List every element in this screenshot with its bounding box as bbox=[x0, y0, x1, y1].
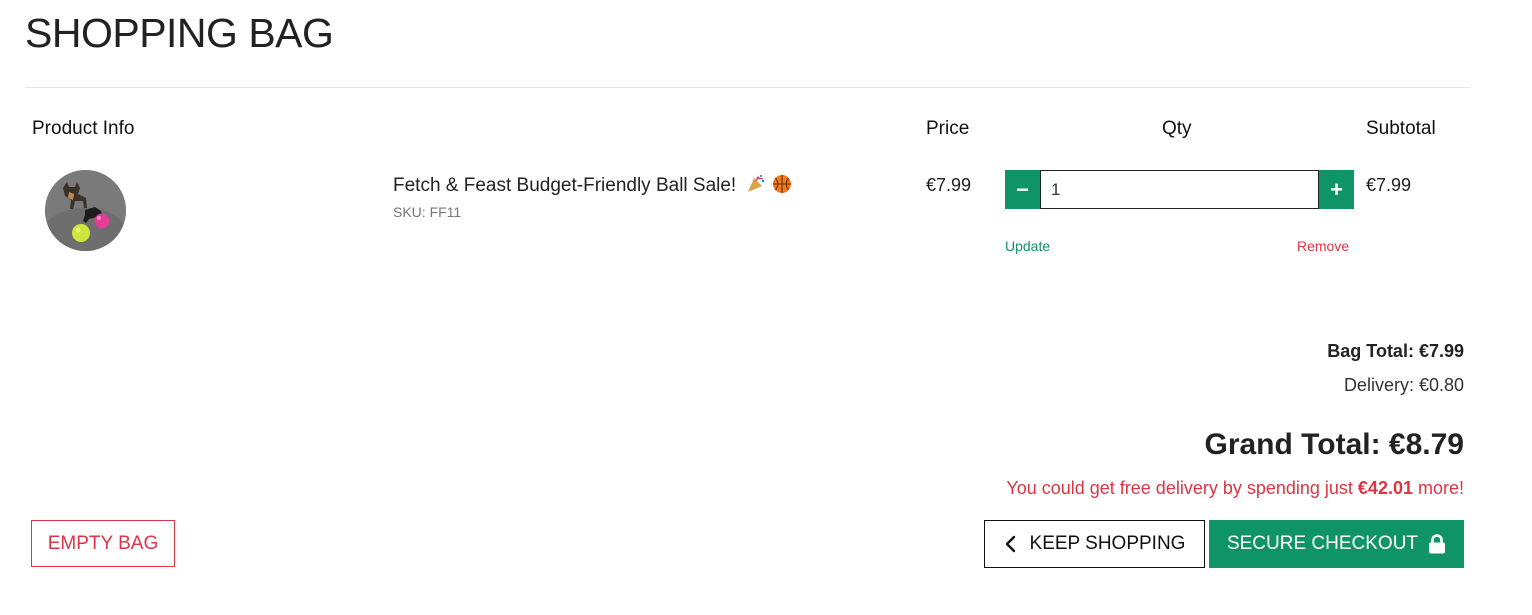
item-price: €7.99 bbox=[926, 175, 972, 195]
party-popper-basketball-icon bbox=[746, 174, 794, 200]
secure-checkout-button[interactable]: SECURE CHECKOUT bbox=[1209, 520, 1464, 568]
free-delivery-suffix: more! bbox=[1412, 478, 1464, 498]
chevron-left-icon bbox=[1004, 535, 1016, 553]
product-name[interactable]: Fetch & Feast Budget-Friendly Ball Sale! bbox=[393, 174, 794, 200]
keep-shopping-button[interactable]: KEEP SHOPPING bbox=[984, 520, 1205, 568]
grand-total: Grand Total: €8.79 bbox=[1204, 428, 1464, 461]
delivery-cost: Delivery: €0.80 bbox=[1343, 375, 1464, 395]
header-divider bbox=[25, 87, 1470, 88]
page-title: SHOPPING BAG bbox=[25, 10, 334, 56]
product-sku: SKU: FF11 bbox=[393, 204, 462, 220]
secure-checkout-label: SECURE CHECKOUT bbox=[1226, 533, 1419, 554]
free-delivery-prefix: You could get free delivery by spending … bbox=[1006, 478, 1358, 498]
item-subtotal: €7.99 bbox=[1366, 175, 1412, 195]
column-header-price: Price bbox=[926, 118, 970, 139]
update-item-link[interactable]: Update bbox=[1005, 238, 1050, 254]
keep-shopping-label: KEEP SHOPPING bbox=[1029, 533, 1186, 554]
product-image[interactable] bbox=[45, 170, 126, 251]
increase-quantity-button[interactable]: + bbox=[1319, 170, 1354, 209]
product-photo-dogs-balls bbox=[45, 170, 126, 251]
column-header-subtotal: Subtotal bbox=[1366, 118, 1436, 139]
empty-bag-button[interactable]: EMPTY BAG bbox=[31, 520, 175, 567]
quantity-input[interactable] bbox=[1040, 170, 1319, 209]
bag-total: Bag Total: €7.99 bbox=[1327, 341, 1464, 361]
free-delivery-message: You could get free delivery by spending … bbox=[1006, 478, 1464, 499]
column-header-qty: Qty bbox=[1162, 118, 1192, 139]
remove-item-link[interactable]: Remove bbox=[1297, 238, 1349, 254]
column-header-product-info: Product Info bbox=[32, 118, 135, 139]
product-name-text: Fetch & Feast Budget-Friendly Ball Sale! bbox=[393, 175, 737, 196]
decrease-quantity-button[interactable]: − bbox=[1005, 170, 1040, 209]
free-delivery-amount: €42.01 bbox=[1357, 478, 1413, 498]
lock-icon bbox=[1428, 534, 1446, 554]
